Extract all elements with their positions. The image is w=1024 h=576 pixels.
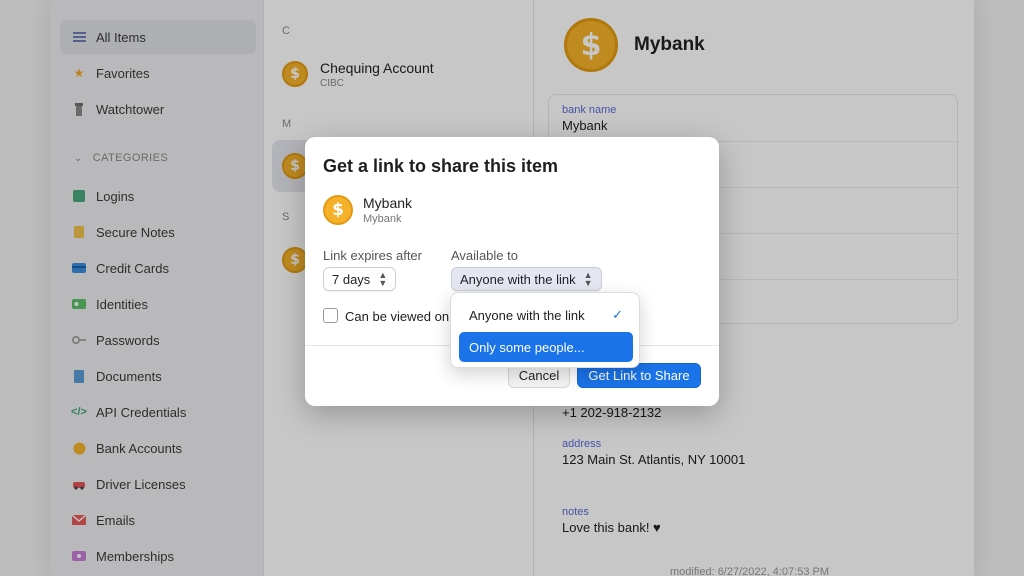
dropdown-option-anyone[interactable]: Anyone with the link ✓ <box>459 300 633 330</box>
dropdown-option-only-some[interactable]: Only some people... <box>459 332 633 362</box>
dollar-coin-icon: $ <box>323 195 353 225</box>
dialog-item: $ Mybank Mybank <box>323 195 412 225</box>
expires-select[interactable]: 7 days ▲ ▼ <box>323 267 397 291</box>
available-select[interactable]: Anyone with the link ▲ ▼ <box>451 267 602 291</box>
updown-chevron-icon: ▲ ▼ <box>583 270 593 288</box>
dialog-item-subtitle: Mybank <box>363 213 402 225</box>
expires-label: Link expires after <box>323 248 422 263</box>
dialog-item-title: Mybank <box>363 195 413 211</box>
checkbox-label: Can be viewed on <box>345 309 450 324</box>
checkmark-icon: ✓ <box>612 307 623 322</box>
available-label: Available to <box>451 248 518 263</box>
dialog-title: Get a link to share this item <box>323 156 559 176</box>
view-once-checkbox[interactable] <box>323 308 338 323</box>
updown-chevron-icon: ▲ ▼ <box>378 270 388 288</box>
available-dropdown-menu: Anyone with the link ✓ Only some people.… <box>450 292 640 368</box>
